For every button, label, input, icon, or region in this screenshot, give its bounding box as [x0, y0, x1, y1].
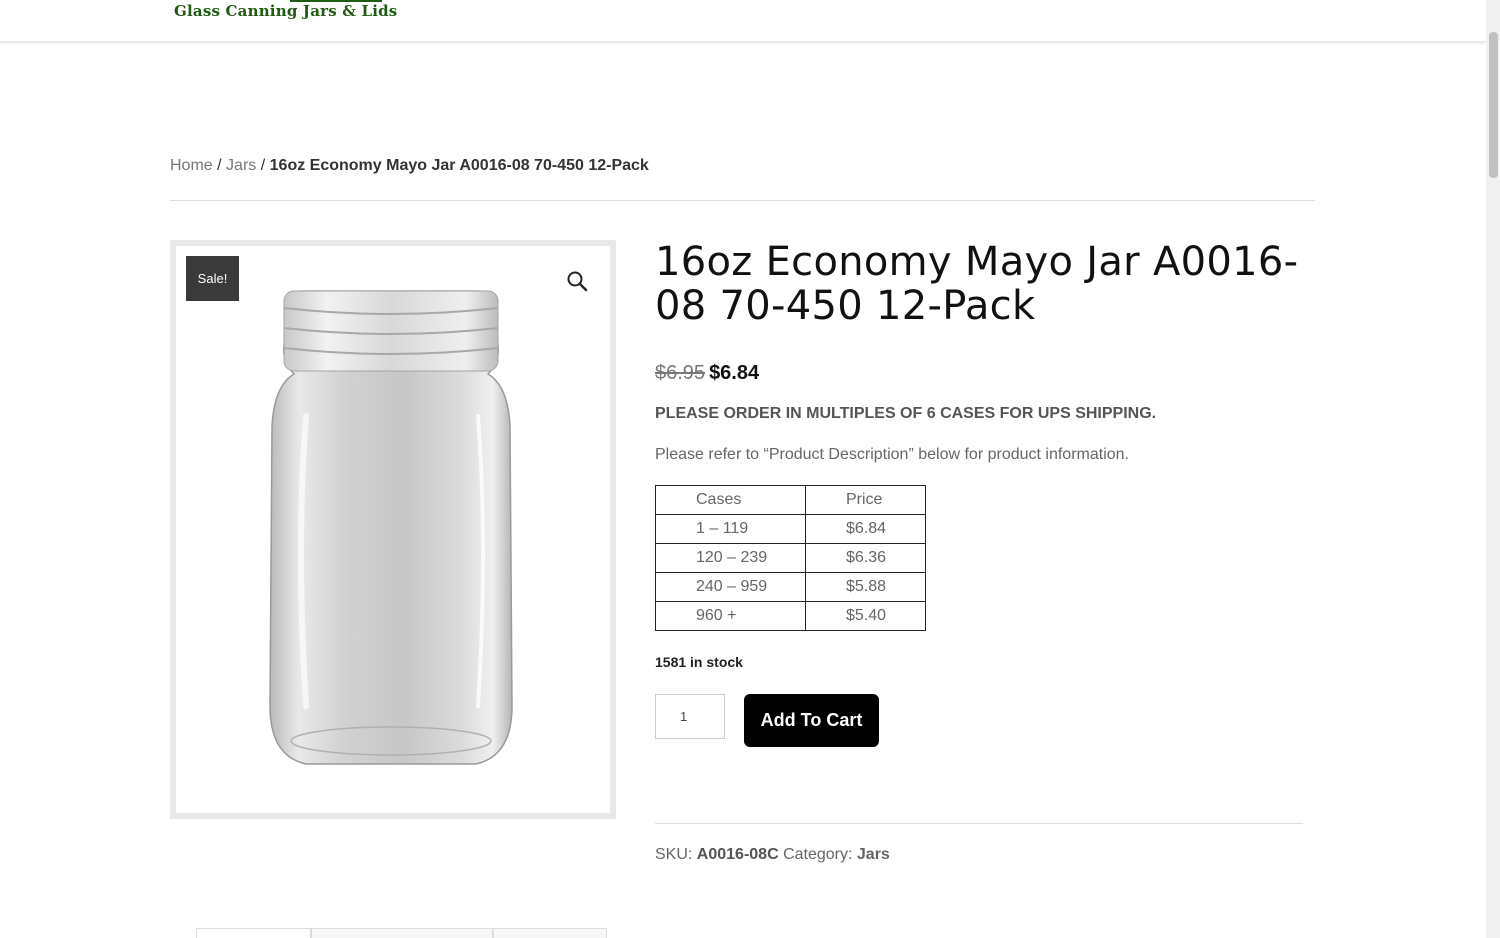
product-tabs	[196, 928, 607, 938]
quantity-input[interactable]	[655, 694, 725, 739]
tab-reviews[interactable]	[493, 928, 607, 938]
pricing-tier-table: Cases Price 1 – 119 $6.84 120 – 239 $6.3…	[655, 485, 926, 631]
site-header: Glass Canning Jars & Lids	[0, 0, 1486, 42]
table-cell: 240 – 959	[655, 572, 806, 602]
tab-additional-information[interactable]	[311, 928, 493, 938]
table-cell: 960 +	[655, 601, 806, 631]
table-cell: $6.36	[805, 543, 926, 573]
table-cell: 120 – 239	[655, 543, 806, 573]
table-row: 1 – 119 $6.84	[655, 514, 926, 544]
meta-divider	[655, 823, 1303, 824]
product-gallery: Sale!	[170, 240, 616, 819]
breadcrumb: Home / Jars / 16oz Economy Mayo Jar A001…	[170, 157, 649, 175]
table-row: 240 – 959 $5.88	[655, 572, 926, 602]
table-cell: $6.84	[805, 514, 926, 544]
description-note: Please refer to “Product Description” be…	[655, 446, 1129, 463]
magnifier-icon[interactable]	[566, 270, 588, 292]
jar-product-image	[269, 290, 513, 765]
product-image-frame[interactable]: Sale!	[176, 246, 610, 813]
breadcrumb-separator: /	[217, 157, 222, 174]
breadcrumb-separator: /	[260, 157, 266, 174]
price-old: $6.95	[655, 362, 706, 384]
breadcrumb-category-link[interactable]: Jars	[226, 157, 256, 174]
price: $6.95 $6.84	[655, 362, 759, 385]
price-sale: $6.84	[709, 362, 760, 384]
table-row: 960 + $5.40	[655, 601, 926, 631]
table-cell: $5.88	[805, 572, 926, 602]
page-scrollbar[interactable]	[1486, 0, 1500, 938]
breadcrumb-home-link[interactable]: Home	[170, 157, 213, 174]
table-cell: 1 – 119	[655, 514, 806, 544]
shipping-notice: PLEASE ORDER IN MULTIPLES OF 6 CASES FOR…	[655, 405, 1157, 422]
table-row: 120 – 239 $6.36	[655, 543, 926, 573]
breadcrumb-divider	[170, 200, 1315, 201]
category-link[interactable]: Jars	[857, 846, 890, 863]
product-title: 16oz Economy Mayo Jar A0016-08 70-450 12…	[655, 239, 1299, 329]
category-label: Category:	[783, 846, 853, 863]
site-logo[interactable]: Glass Canning Jars & Lids	[174, 2, 397, 20]
sku-value: A0016-08C	[696, 846, 779, 863]
table-header-cell: Price	[805, 485, 926, 515]
sale-badge: Sale!	[186, 256, 239, 301]
scrollbar-thumb[interactable]	[1489, 32, 1498, 178]
breadcrumb-current: 16oz Economy Mayo Jar A0016-08 70-450 12…	[269, 157, 649, 174]
sku-label: SKU:	[655, 846, 693, 863]
table-header-row: Cases Price	[655, 485, 926, 515]
table-header-cell: Cases	[655, 485, 806, 515]
add-to-cart-button[interactable]: Add To Cart	[744, 694, 879, 747]
tab-description[interactable]	[196, 928, 311, 938]
table-cell: $5.40	[805, 601, 926, 631]
product-meta: SKU: A0016-08C Category: Jars	[655, 846, 890, 864]
stock-status: 1581 in stock	[655, 654, 743, 670]
